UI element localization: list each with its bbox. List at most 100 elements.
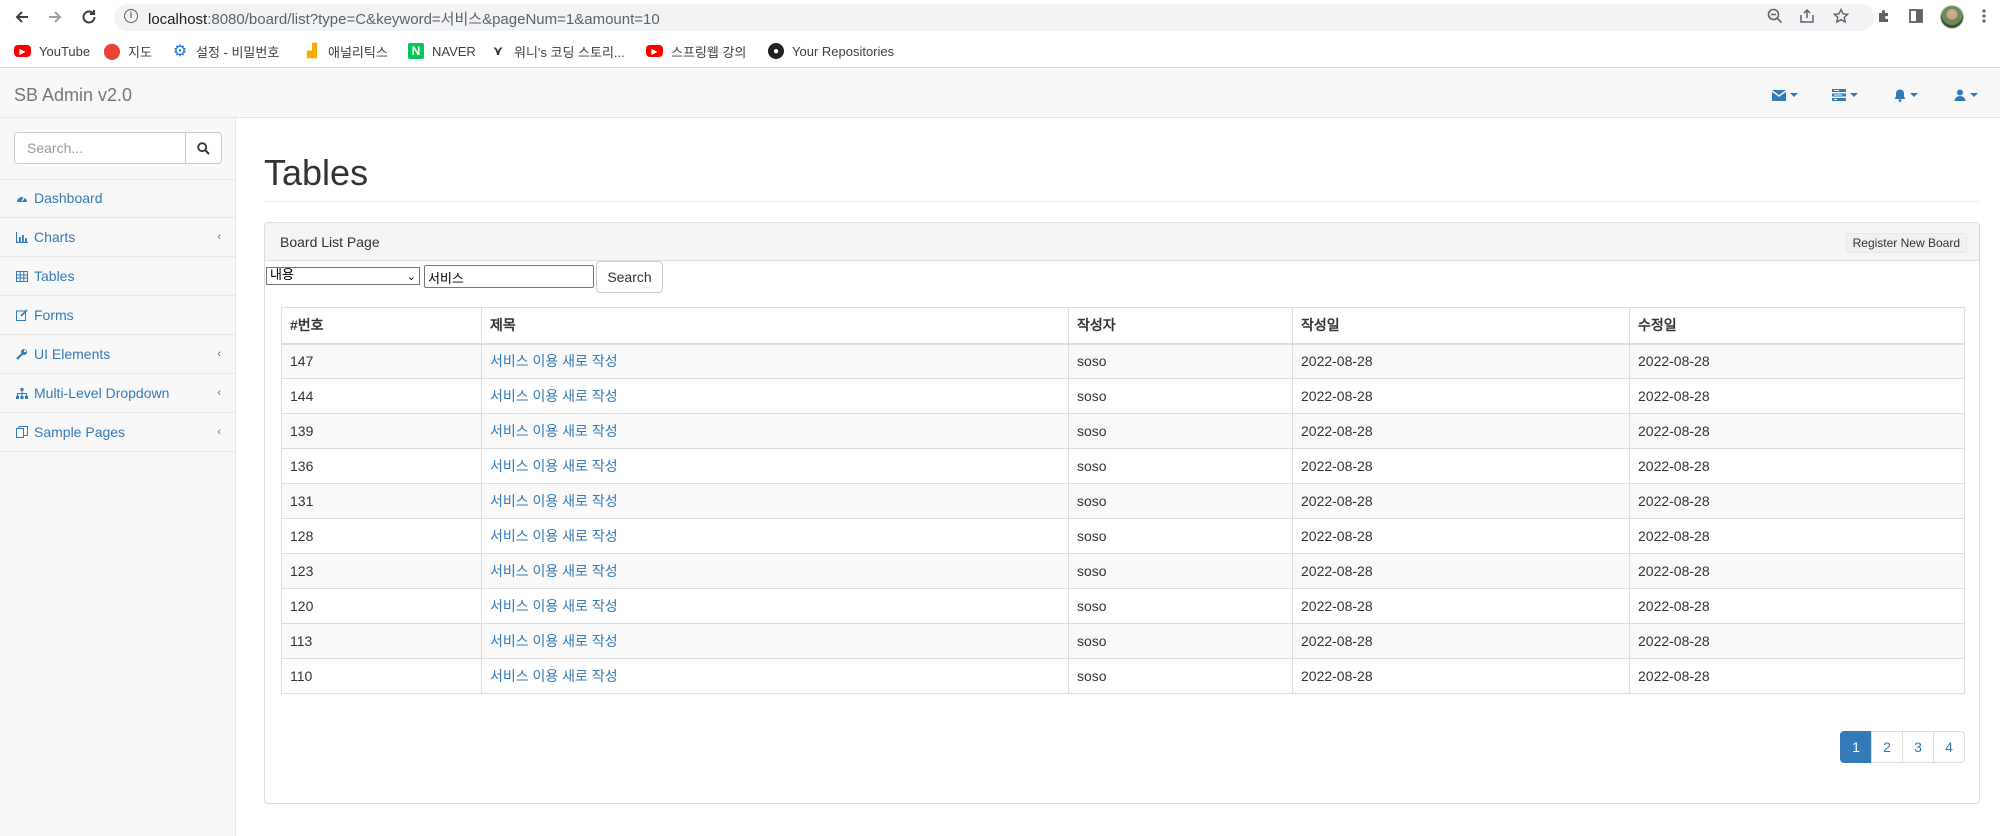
chevron-left-icon: ‹ xyxy=(217,231,221,243)
bookmark-item[interactable]: ⋎ 워니's 코딩 스토리... xyxy=(490,41,625,61)
board-table: #번호 제목 작성자 작성일 수정일 147 서비스 이용 새로 작성 soso… xyxy=(281,307,1965,694)
github-icon: ● xyxy=(768,43,784,59)
url-text[interactable]: localhost:8080/board/list?type=C&keyword… xyxy=(148,8,660,29)
bookmark-star-icon[interactable] xyxy=(1832,7,1850,26)
page-title: Tables xyxy=(264,152,369,193)
page-link-3[interactable]: 3 xyxy=(1902,731,1934,763)
alerts-dropdown[interactable] xyxy=(1894,86,1918,104)
browser-toolbar: i localhost:8080/board/list?type=C&keywo… xyxy=(0,0,2000,34)
sidebar-item-dashboard[interactable]: Dashboard xyxy=(0,179,235,217)
sidebar-item-charts[interactable]: Charts ‹ xyxy=(0,218,235,256)
sidebar: Dashboard Charts ‹ Tables Forms UI Eleme… xyxy=(0,118,236,836)
sidebar-item-tables[interactable]: Tables xyxy=(0,257,235,295)
cell-title-link[interactable]: 서비스 이용 새로 작성 xyxy=(481,343,1069,379)
back-arrow-icon[interactable] xyxy=(9,4,35,30)
bookmarks-bar: ▶ YouTube ⬤ 지도 ⚙ 설정 - 비밀번호 ▟ 애널리틱스 N NAV… xyxy=(0,34,2000,68)
cell-writer: soso xyxy=(1068,553,1293,589)
cell-regdate: 2022-08-28 xyxy=(1292,378,1630,414)
sidebar-item-sample-pages[interactable]: Sample Pages ‹ xyxy=(0,413,235,451)
forward-arrow-icon[interactable] xyxy=(42,4,68,30)
cell-bno: 139 xyxy=(281,413,482,449)
zoom-icon[interactable] xyxy=(1766,8,1784,26)
share-icon[interactable] xyxy=(1798,8,1816,26)
cell-title-link[interactable]: 서비스 이용 새로 작성 xyxy=(481,518,1069,554)
cell-title-link[interactable]: 서비스 이용 새로 작성 xyxy=(481,658,1069,694)
search-keyword-input[interactable]: 서비스 xyxy=(424,265,594,288)
cell-writer: soso xyxy=(1068,623,1293,659)
caret-down-icon xyxy=(1850,93,1858,97)
cell-writer: soso xyxy=(1068,343,1293,379)
cell-title-link[interactable]: 서비스 이용 새로 작성 xyxy=(481,378,1069,414)
tasks-icon xyxy=(1832,89,1846,101)
cell-updatedate: 2022-08-28 xyxy=(1629,553,1965,589)
page-link-4[interactable]: 4 xyxy=(1933,731,1965,763)
bookmark-label: Your Repositories xyxy=(792,43,895,59)
sidebar-item-label: Sample Pages xyxy=(34,424,126,440)
envelope-icon xyxy=(1772,89,1786,101)
cell-title-link[interactable]: 서비스 이용 새로 작성 xyxy=(481,483,1069,519)
settings-gear-icon: ⚙ xyxy=(172,43,188,60)
sidebar-search-input[interactable] xyxy=(14,132,186,164)
bookmark-item[interactable]: ⚙ 설정 - 비밀번호 xyxy=(172,41,280,61)
column-header-writer: 작성자 xyxy=(1068,307,1293,345)
edit-icon xyxy=(16,309,28,321)
cell-title-link[interactable]: 서비스 이용 새로 작성 xyxy=(481,553,1069,589)
chevron-left-icon: ‹ xyxy=(217,426,221,438)
url-host: localhost xyxy=(148,11,208,28)
extensions-puzzle-icon[interactable] xyxy=(1874,8,1894,28)
bookmark-item[interactable]: ▶ 스프링웹 강의 xyxy=(646,41,746,61)
bookmark-item[interactable]: N NAVER xyxy=(408,41,476,61)
cell-updatedate: 2022-08-28 xyxy=(1629,518,1965,554)
sidebar-item-label: Multi-Level Dropdown xyxy=(34,385,170,401)
table-icon xyxy=(16,270,28,282)
cell-bno: 128 xyxy=(281,518,482,554)
header-divider xyxy=(264,201,1980,202)
cell-writer: soso xyxy=(1068,518,1293,554)
bookmark-item[interactable]: ▶ YouTube xyxy=(14,41,90,61)
bookmark-item[interactable]: ⬤ 지도 xyxy=(103,41,152,61)
bookmark-label: 워니's 코딩 스토리... xyxy=(514,44,625,60)
cell-bno: 131 xyxy=(281,483,482,519)
caret-down-icon xyxy=(1790,93,1798,97)
sidebar-search-button[interactable] xyxy=(185,132,222,164)
pagination: 1 2 3 4 xyxy=(1840,731,1965,763)
table-row: 113 서비스 이용 새로 작성 soso 2022-08-28 2022-08… xyxy=(281,623,1965,659)
page-link-2[interactable]: 2 xyxy=(1871,731,1903,763)
sidebar-item-forms[interactable]: Forms xyxy=(0,296,235,334)
cell-title-link[interactable]: 서비스 이용 새로 작성 xyxy=(481,623,1069,659)
bookmark-item[interactable]: ▟ 애널리틱스 xyxy=(304,41,388,61)
table-row: 123 서비스 이용 새로 작성 soso 2022-08-28 2022-08… xyxy=(281,553,1965,589)
bar-chart-icon xyxy=(16,231,28,243)
chevron-left-icon: ‹ xyxy=(217,387,221,399)
sidebar-item-multi-level-dropdown[interactable]: Multi-Level Dropdown ‹ xyxy=(0,374,235,412)
kebab-menu-icon[interactable] xyxy=(1974,8,1994,28)
register-new-board-button[interactable]: Register New Board xyxy=(1845,233,1967,253)
messages-dropdown[interactable] xyxy=(1772,86,1798,104)
page-link-1[interactable]: 1 xyxy=(1840,731,1872,763)
sidebar-item-ui-elements[interactable]: UI Elements ‹ xyxy=(0,335,235,373)
cell-updatedate: 2022-08-28 xyxy=(1629,378,1965,414)
cell-title-link[interactable]: 서비스 이용 새로 작성 xyxy=(481,448,1069,484)
cell-title-link[interactable]: 서비스 이용 새로 작성 xyxy=(481,413,1069,449)
user-dropdown[interactable] xyxy=(1954,86,1978,104)
cell-regdate: 2022-08-28 xyxy=(1292,518,1630,554)
bookmark-item[interactable]: ● Your Repositories xyxy=(768,41,894,61)
profile-avatar[interactable] xyxy=(1940,5,1964,29)
cell-updatedate: 2022-08-28 xyxy=(1629,658,1965,694)
cell-regdate: 2022-08-28 xyxy=(1292,658,1630,694)
search-button[interactable]: Search xyxy=(596,261,663,293)
bookmark-label: 지도 xyxy=(128,44,152,60)
table-row: 128 서비스 이용 새로 작성 soso 2022-08-28 2022-08… xyxy=(281,518,1965,554)
navbar-brand[interactable]: SB Admin v2.0 xyxy=(14,85,132,106)
cell-bno: 110 xyxy=(281,658,482,694)
site-info-icon[interactable]: i xyxy=(124,9,138,23)
chevron-left-icon: ‹ xyxy=(217,348,221,360)
cell-title-link[interactable]: 서비스 이용 새로 작성 xyxy=(481,588,1069,624)
search-type-value: 내용 xyxy=(270,268,294,283)
table-row: 139 서비스 이용 새로 작성 soso 2022-08-28 2022-08… xyxy=(281,413,1965,449)
tasks-dropdown[interactable] xyxy=(1832,86,1858,104)
reload-icon[interactable] xyxy=(76,4,102,30)
caret-down-icon xyxy=(1910,93,1918,97)
search-type-select[interactable]: 내용 ⌄ xyxy=(266,267,420,285)
side-panel-icon[interactable] xyxy=(1906,8,1926,28)
